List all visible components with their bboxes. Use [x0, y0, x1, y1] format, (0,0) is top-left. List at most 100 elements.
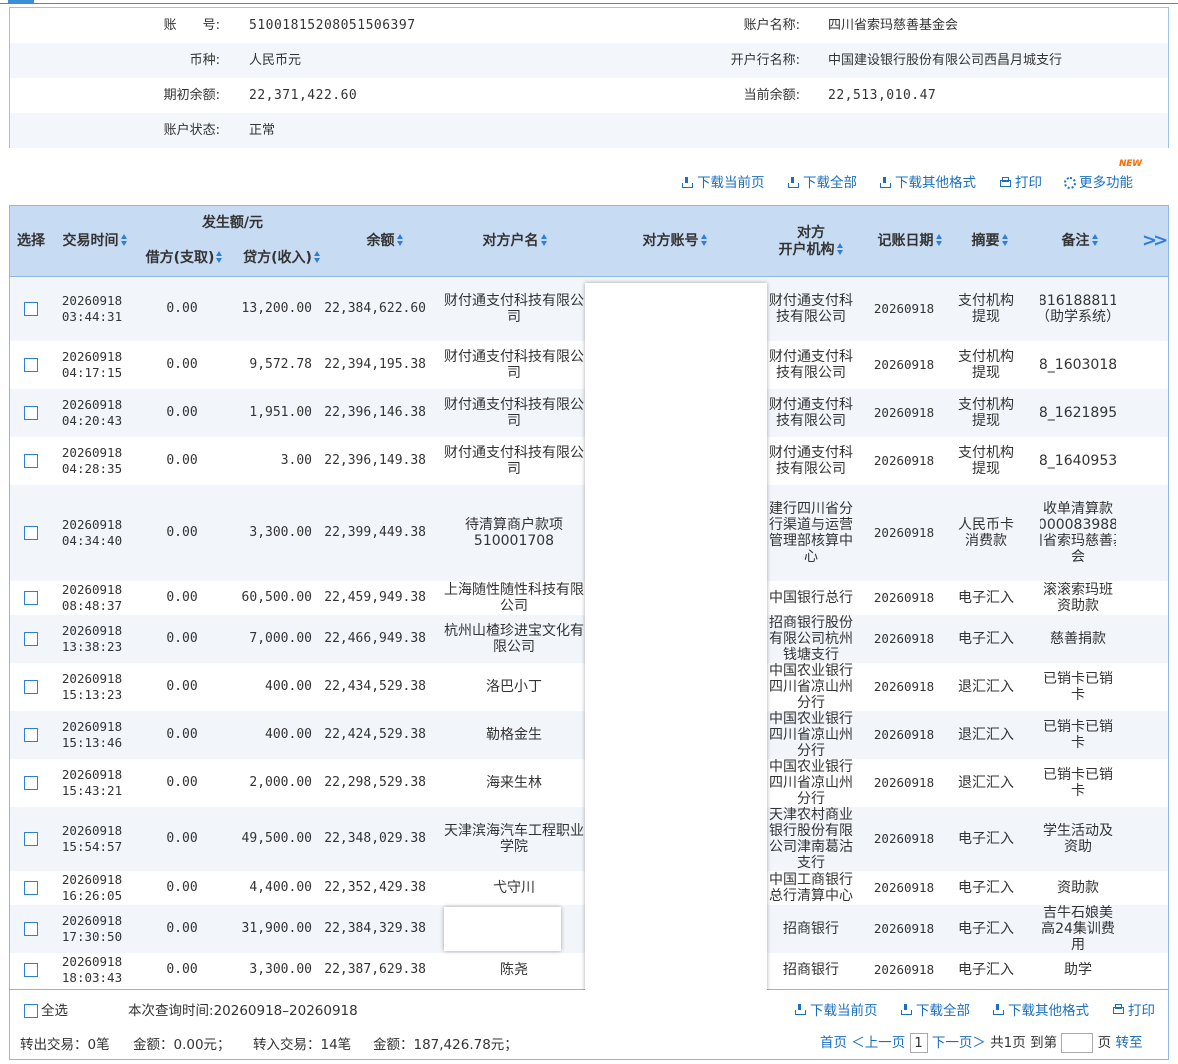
sort-icon[interactable] [120, 234, 128, 246]
cell-debit: 0.00 [132, 485, 232, 581]
col-cp-bank[interactable]: 对方 开户机构 [765, 225, 857, 259]
cell-post-text: 20260918 [873, 679, 935, 694]
cell-summary: 电子汇入 [954, 953, 1018, 987]
row-checkbox[interactable] [24, 963, 38, 977]
goto-label: 到第 [1030, 1035, 1058, 1051]
col-credit-label: 贷方(收入) [243, 250, 312, 266]
cell-debit-text: 0.00 [166, 880, 198, 895]
cell-date-text: 20260918 [61, 671, 123, 686]
cell-time-text: 03:44:31 [61, 309, 123, 324]
cell-note: 滚滚索玛班资助款 [1040, 581, 1116, 615]
prev-page-link[interactable]: ＜上一页 [851, 1035, 905, 1051]
cell-debit-text: 0.00 [166, 301, 198, 316]
cell-summary: 电子汇入 [954, 581, 1018, 615]
cell-credit-text: 49,500.00 [241, 831, 312, 846]
row-checkbox[interactable] [24, 358, 38, 372]
col-debit[interactable]: 借方(支取) [138, 250, 231, 267]
cell-date-text: 20260918 [61, 623, 123, 638]
goto-button[interactable]: 转至 [1115, 1035, 1142, 1051]
cell-balance-text: 22,434,529.38 [324, 679, 426, 694]
footer-download-all-button[interactable]: 下载全部 [901, 999, 970, 1019]
print-button[interactable]: 打印 [1000, 171, 1042, 195]
select-all[interactable]: 全选 [24, 999, 68, 1019]
row-checkbox[interactable] [24, 776, 38, 790]
col-time[interactable]: 交易时间 [56, 233, 134, 250]
col-cp-account[interactable]: 对方账号 [610, 233, 740, 250]
total-pages: 共1页 [990, 1035, 1026, 1051]
cell-debit: 0.00 [132, 807, 232, 871]
cell-note-text: 已销卡已销卡 [1043, 671, 1113, 703]
download-page-button[interactable]: 下载当前页 [682, 171, 765, 195]
cell-credit-text: 2,000.00 [249, 775, 312, 790]
col-balance-label: 余额 [366, 233, 395, 249]
sort-icon[interactable] [1091, 234, 1099, 246]
row-checkbox[interactable] [24, 406, 38, 420]
more-columns-icon[interactable]: >> [1142, 230, 1168, 251]
sort-icon[interactable] [700, 234, 708, 246]
col-note[interactable]: 备注 [1050, 233, 1110, 250]
col-credit[interactable]: 贷方(收入) [236, 250, 328, 267]
cell-time: 20260918 08:48:37 [52, 581, 132, 615]
cell-summary: 电子汇入 [954, 905, 1018, 953]
more-functions-button[interactable]: 更多功能 [1064, 171, 1133, 195]
first-page-link[interactable]: 首页 [820, 1035, 847, 1051]
select-all-label: 全选 [41, 1003, 68, 1019]
col-balance[interactable]: 余额 [340, 233, 430, 250]
cell-date-text: 20260918 [61, 582, 123, 597]
row-checkbox[interactable] [24, 922, 38, 936]
download-all-button[interactable]: 下载全部 [788, 171, 857, 195]
bank-name: 中国建设银行股份有限公司西昌月城支行 [828, 53, 1063, 68]
cell-bank-text: 财付通支付科技有限公司 [769, 349, 853, 381]
row-checkbox[interactable] [24, 632, 38, 646]
footer-download-page-button[interactable]: 下载当前页 [795, 999, 878, 1019]
row-checkbox[interactable] [24, 526, 38, 540]
goto-page-input[interactable] [1061, 1033, 1094, 1053]
cell-bank-text: 建行四川省分行渠道与运营管理部核算中心 [769, 501, 853, 565]
cell-note-text: 吉牛石娘美高24集训费用 [1041, 905, 1115, 953]
row-checkbox[interactable] [24, 591, 38, 605]
cell-summary: 退汇汇入 [954, 759, 1018, 807]
sort-icon[interactable] [313, 251, 321, 263]
sort-icon[interactable] [396, 234, 404, 246]
cell-date-text: 20260918 [61, 767, 123, 782]
select-all-checkbox[interactable] [24, 1004, 38, 1018]
row-checkbox[interactable] [24, 728, 38, 742]
download-other-button[interactable]: 下载其他格式 [880, 171, 976, 195]
cell-balance: 22,298,529.38 [318, 759, 432, 807]
sort-icon[interactable] [836, 243, 844, 255]
cell-credit: 2,000.00 [232, 759, 318, 807]
row-checkbox[interactable] [24, 881, 38, 895]
cell-select [10, 389, 52, 437]
cell-post-text: 20260918 [873, 301, 935, 316]
cell-balance-text: 22,396,146.38 [324, 405, 426, 420]
footer-print-button[interactable]: 打印 [1113, 999, 1155, 1019]
cell-note: 0918_1640953339 [1040, 437, 1116, 485]
sort-icon[interactable] [1001, 234, 1009, 246]
col-cp-name[interactable]: 对方户名 [450, 233, 580, 250]
cell-bank-text: 天津农村商业银行股份有限公司津南葛沽支行 [769, 807, 853, 871]
cell-time-text: 04:17:15 [61, 365, 123, 380]
row-checkbox[interactable] [24, 454, 38, 468]
cell-bank: 中国工商银行总行清算中心 [764, 871, 858, 905]
cell-credit-text: 7,000.00 [249, 631, 312, 646]
cell-time-text: 15:54:57 [61, 839, 123, 854]
col-post-date[interactable]: 记账日期 [870, 233, 950, 250]
footer-download-other-button[interactable]: 下载其他格式 [993, 999, 1089, 1019]
row-checkbox[interactable] [24, 302, 38, 316]
cell-summary-text: 支付机构提现 [958, 293, 1014, 325]
sort-icon[interactable] [935, 234, 943, 246]
cell-note: 已销卡已销卡 [1040, 711, 1116, 759]
sort-icon[interactable] [216, 251, 223, 263]
row-checkbox[interactable] [24, 832, 38, 846]
row-checkbox[interactable] [24, 680, 38, 694]
sort-icon[interactable] [540, 234, 548, 246]
next-page-link[interactable]: 下一页＞ [932, 1035, 986, 1051]
cell-credit-text: 3,300.00 [249, 962, 312, 977]
col-summary[interactable]: 摘要 [960, 233, 1020, 250]
cell-summary-text: 电子汇入 [958, 962, 1014, 978]
cell-note-text: 资助款 [1057, 880, 1099, 896]
cell-summary: 支付机构提现 [954, 277, 1018, 341]
cell-bank: 财付通支付科技有限公司 [764, 341, 858, 389]
info-row-account: 账 号: 51001815208051506397 账户名称: 四川省索玛慈善基… [10, 8, 1168, 43]
cell-name: 财付通支付科技有限公司 [442, 277, 586, 341]
